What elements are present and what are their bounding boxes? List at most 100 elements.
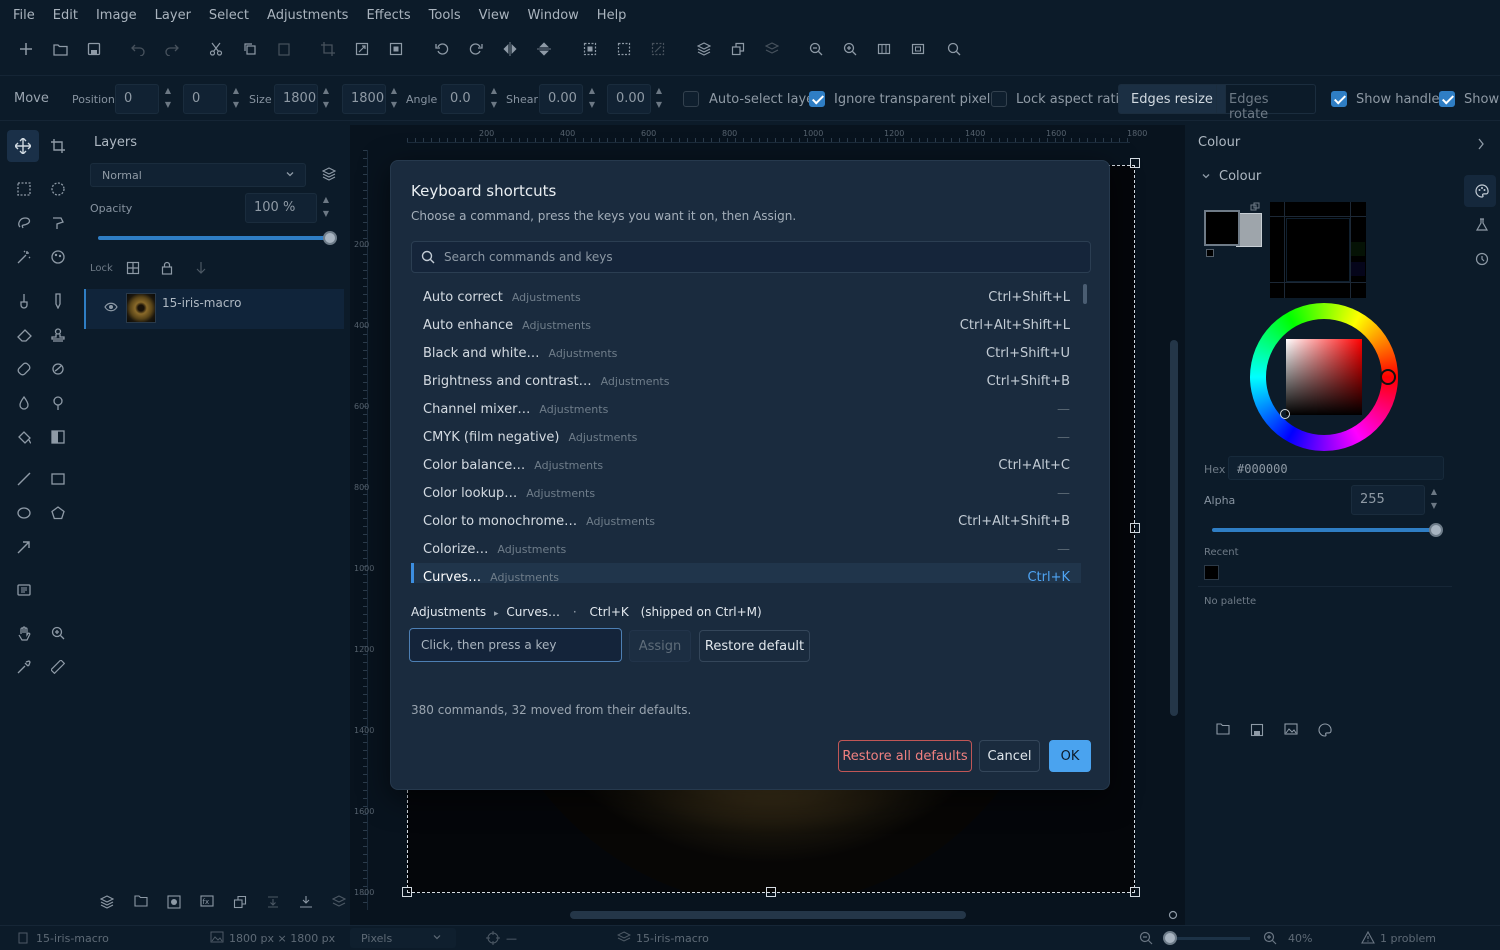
gradient-tool-icon[interactable] [46,425,70,449]
lasso-tool-icon[interactable] [12,211,36,235]
menu-adjustments[interactable]: Adjustments [258,8,357,23]
opacity-spinner[interactable]: ▲ ▼ [320,193,332,223]
search-icon[interactable] [944,39,964,59]
saturation-value-square[interactable] [1286,339,1362,415]
rectangle-tool-icon[interactable] [46,467,70,491]
menu-window[interactable]: Window [519,8,588,23]
menu-image[interactable]: Image [87,8,146,23]
crop-icon[interactable] [318,39,338,59]
transform-handle[interactable] [1130,887,1140,897]
colour-section-title[interactable]: Colour [1219,169,1261,184]
lock-pixels-icon[interactable] [126,261,140,275]
foreground-colour-swatch[interactable] [1204,210,1240,246]
clone-stamp-tool-icon[interactable] [46,323,70,347]
edges-resize-toggle[interactable]: Edges resize [1118,84,1226,114]
ignore-transparent-checkbox[interactable] [809,91,825,107]
position-x-input[interactable]: 0 [115,84,159,114]
sv-picker-handle[interactable] [1280,409,1290,419]
show-handles-checkbox[interactable] [1331,91,1347,107]
delete-layer-icon[interactable] [762,39,782,59]
measure-tool-icon[interactable] [46,655,70,679]
redo-icon[interactable] [162,39,182,59]
copy-icon[interactable] [240,39,260,59]
shortcut-row[interactable]: Auto enhance Adjustments Ctrl+Alt+Shift+L [411,311,1081,339]
hex-input[interactable]: #000000 [1228,456,1444,480]
delete-layer-icon[interactable] [332,895,346,909]
rect-select-tool-icon[interactable] [12,177,36,201]
dodge-tool-icon[interactable] [46,391,70,415]
zoom-slider-track[interactable] [1163,931,1250,945]
undo-icon[interactable] [128,39,148,59]
alpha-slider-track[interactable] [1212,523,1443,537]
layer-stack-icon[interactable] [322,167,336,181]
save-palette-icon[interactable] [1250,723,1264,737]
select-all-icon[interactable] [580,39,600,59]
lock-icon[interactable] [161,261,173,275]
scroll-corner-icon[interactable] [1168,910,1178,920]
search-field[interactable]: Search commands and keys [411,241,1091,273]
rotate-left-icon[interactable] [432,39,452,59]
cut-icon[interactable] [206,39,226,59]
vertical-scrollbar[interactable] [1170,340,1178,716]
hue-picker-handle[interactable] [1380,369,1396,385]
lock-aspect-checkbox[interactable] [991,91,1007,107]
lock-position-icon[interactable] [195,261,207,275]
polygon-tool-icon[interactable] [46,501,70,525]
shear-y-input[interactable]: 0.00 [607,84,651,114]
recent-colour-swatch[interactable] [1204,565,1219,580]
merge-down-icon[interactable] [266,895,280,909]
shortcut-row[interactable]: Curves… Adjustments Ctrl+K [411,563,1081,583]
ellipse-select-tool-icon[interactable] [46,177,70,201]
menu-file[interactable]: File [4,8,44,23]
menu-select[interactable]: Select [200,8,258,23]
alpha-spinner[interactable]: ▲ ▼ [1428,485,1440,515]
fit-window-icon[interactable] [874,39,894,59]
shortcut-row[interactable]: Color to monochrome… Adjustments Ctrl+Alt+… [411,507,1081,535]
palette-icon[interactable] [1475,184,1489,198]
open-folder-icon[interactable] [50,39,70,59]
menu-view[interactable]: View [470,8,519,23]
menu-effects[interactable]: Effects [357,8,419,23]
shortcut-row[interactable]: Color lookup… Adjustments — [411,479,1081,507]
polygon-lasso-tool-icon[interactable] [46,211,70,235]
shortcut-row[interactable]: Colorize… Adjustments — [411,535,1081,563]
zoom-in-icon[interactable] [840,39,860,59]
open-palette-icon[interactable] [1216,723,1230,735]
image-palette-icon[interactable] [1284,723,1298,735]
color-select-tool-icon[interactable] [46,245,70,269]
ok-button[interactable]: OK [1049,740,1091,772]
blend-mode-select[interactable]: Normal [90,163,306,187]
new-icon[interactable] [16,39,36,59]
layer-effects-icon[interactable]: fx [200,895,214,907]
eraser-tool-icon[interactable] [12,323,36,347]
zoom-tool-icon[interactable] [46,621,70,645]
transform-handle[interactable] [1130,523,1140,533]
opacity-slider-track[interactable] [98,231,337,245]
shortcut-row[interactable]: Black and white… Adjustments Ctrl+Shift+U [411,339,1081,367]
cancel-button[interactable]: Cancel [979,740,1040,772]
ellipse-tool-icon[interactable] [12,501,36,525]
list-scrollbar[interactable] [1083,284,1087,304]
brush-tool-icon[interactable] [12,289,36,313]
auto-select-checkbox[interactable] [683,91,699,107]
transform-handle[interactable] [1130,158,1140,168]
add-layer-icon[interactable] [100,895,114,909]
grid-cell[interactable] [1351,262,1365,276]
flask-icon[interactable] [1475,218,1489,232]
chevron-right-icon[interactable] [1477,138,1485,150]
edges-rotate-toggle[interactable]: Edges rotate [1216,84,1316,122]
duplicate-layer-icon[interactable] [233,895,247,909]
magic-wand-tool-icon[interactable] [12,245,36,269]
alpha-input[interactable]: 255 [1351,485,1425,515]
position-x-spinner[interactable]: ▲ ▼ [162,84,174,114]
opacity-slider-knob[interactable] [323,231,337,245]
pencil-tool-icon[interactable] [46,289,70,313]
eyedropper-tool-icon[interactable] [12,655,36,679]
resize-image-icon[interactable] [352,39,372,59]
zoom-slider-knob[interactable] [1163,931,1177,945]
layer-mask-icon[interactable] [167,895,181,909]
colour-grid[interactable] [1270,202,1366,298]
search-input[interactable]: Search commands and keys [444,250,613,264]
text-tool-icon[interactable] [12,578,36,602]
restore-all-defaults-button[interactable]: Restore all defaults [838,740,972,772]
